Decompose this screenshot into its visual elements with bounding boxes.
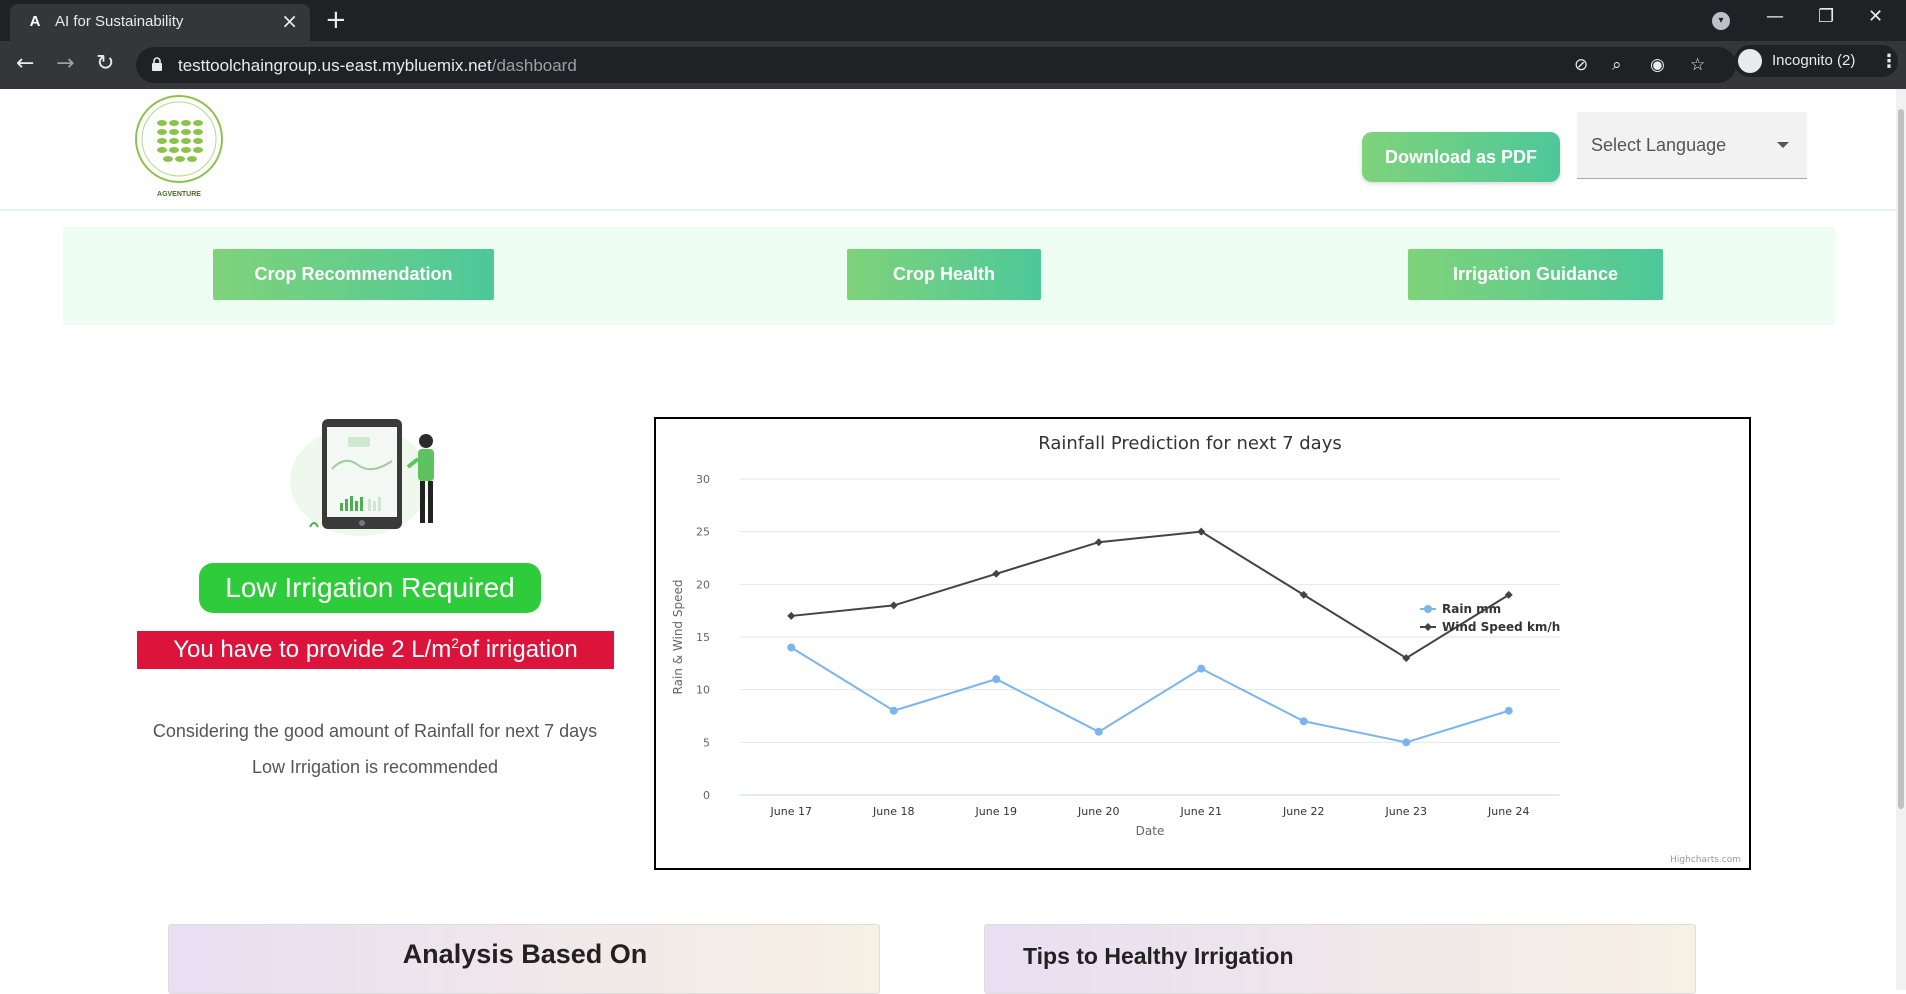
zoom-icon[interactable]: ⌕ — [1612, 55, 1622, 75]
irrigation-status-badge: Low Irrigation Required — [199, 563, 541, 613]
language-select-label: Select Language — [1591, 135, 1727, 155]
chart-credit: Highcharts.com — [1670, 855, 1741, 865]
x-tick-label: June 22 — [1282, 805, 1324, 818]
data-point — [1094, 538, 1103, 547]
agventure-logo: AGVENTURE — [135, 95, 223, 198]
y-tick-label: 5 — [703, 736, 710, 749]
browser-tab[interactable]: A AI for Sustainability × — [10, 4, 310, 41]
forward-icon[interactable]: → — [56, 51, 74, 77]
close-window-icon[interactable]: ✕ — [1868, 6, 1883, 27]
rainfall-chart: Rainfall Prediction for next 7 days 0 5 10 1… — [654, 417, 1751, 870]
legend-marker — [1424, 623, 1432, 631]
tips-card-title: Tips to Healthy Irrigation — [1023, 943, 1294, 969]
close-tab-icon[interactable]: × — [281, 11, 298, 31]
dropdown-caret-icon — [1777, 142, 1789, 148]
data-point — [889, 706, 898, 715]
reload-icon[interactable]: ↻ — [96, 51, 114, 77]
incognito-profile-button[interactable]: Incognito (2) — [1734, 45, 1898, 77]
analysis-card: Analysis Based On — [168, 924, 880, 994]
legend-label: Wind Speed km/h — [1442, 620, 1560, 634]
page-scrollbar[interactable] — [1896, 89, 1906, 990]
x-axis-label: Date — [1136, 824, 1165, 838]
y-tick-label: 30 — [696, 473, 710, 486]
irrigation-guidance-button[interactable]: Irrigation Guidance — [1408, 249, 1663, 300]
x-tick-label: June 17 — [770, 805, 812, 818]
browser-menu-icon[interactable]: ⋮ — [1880, 51, 1898, 72]
y-tick-label: 25 — [696, 526, 710, 539]
data-point — [787, 643, 796, 652]
feature-nav: Crop Recommendation Crop Health Irrigati… — [63, 227, 1835, 325]
series-line — [790, 646, 1510, 744]
data-point — [1299, 717, 1308, 726]
irrigation-reason: Considering the good amount of Rainfall … — [120, 713, 630, 785]
data-point — [889, 601, 898, 610]
scrollbar-thumb[interactable] — [1898, 109, 1904, 809]
data-point — [787, 611, 796, 620]
address-bar[interactable]: testtoolchaingroup.us-east.mybluemix.net… — [136, 47, 1736, 83]
y-tick-label: 20 — [696, 578, 710, 591]
page: AGVENTURE Download as PDF Select Languag… — [0, 89, 1906, 994]
browser-toolbar: ← → ↻ testtoolchaingroup.us-east.mybluem… — [0, 41, 1906, 89]
legend-marker — [1424, 605, 1432, 613]
tracking-eye-icon[interactable]: ◉ — [1650, 55, 1665, 75]
rainfall-chart-svg: Rainfall Prediction for next 7 days 0 5 10 1… — [671, 433, 1741, 865]
x-tick-label: June 24 — [1487, 805, 1529, 818]
x-tick-label: June 20 — [1077, 805, 1119, 818]
crop-health-button[interactable]: Crop Health — [847, 249, 1041, 300]
y-tick-label: 15 — [696, 631, 710, 644]
x-tick-label: June 18 — [872, 805, 914, 818]
data-point — [992, 569, 1001, 578]
language-select[interactable]: Select Language — [1577, 112, 1807, 179]
data-point — [1094, 727, 1103, 736]
minimize-icon[interactable]: — — [1766, 6, 1784, 27]
back-icon[interactable]: ← — [16, 51, 34, 77]
tips-card: Tips to Healthy Irrigation — [984, 924, 1696, 994]
data-point — [1402, 738, 1411, 747]
data-point — [1504, 706, 1513, 715]
data-point — [1197, 664, 1206, 673]
bookmark-star-icon[interactable]: ☆ — [1690, 55, 1705, 75]
svg-text:AGVENTURE: AGVENTURE — [157, 191, 201, 198]
angular-favicon-icon: A — [29, 13, 41, 30]
incognito-icon — [1738, 49, 1762, 73]
chart-title: Rainfall Prediction for next 7 days — [1038, 433, 1342, 454]
x-tick-label: June 21 — [1180, 805, 1222, 818]
irrigation-amount-banner: You have to provide 2 L/m2of irrigation — [137, 631, 614, 669]
url-text: testtoolchaingroup.us-east.mybluemix.net… — [178, 56, 577, 75]
browser-tab-bar: A AI for Sustainability × + ▾ — ❐ ✕ — [0, 0, 1906, 41]
x-tick-label: June 23 — [1385, 805, 1427, 818]
tab-title: AI for Sustainability — [55, 13, 184, 30]
x-tick-label: June 19 — [975, 805, 1017, 818]
new-tab-icon[interactable]: + — [325, 6, 347, 34]
location-blocked-icon[interactable]: ⊘ — [1574, 55, 1588, 75]
lock-icon — [152, 57, 162, 71]
y-axis-label: Rain & Wind Speed — [671, 580, 685, 695]
site-header: AGVENTURE Download as PDF Select Languag… — [0, 89, 1896, 211]
y-tick-label: 10 — [696, 684, 710, 697]
reason-line-2: Low Irrigation is recommended — [251, 757, 499, 777]
series-line — [791, 530, 1510, 660]
tablet-analytics-illustration — [290, 419, 434, 536]
restore-icon[interactable]: ❐ — [1818, 6, 1834, 27]
download-pdf-button[interactable]: Download as PDF — [1362, 132, 1560, 182]
reason-line-1: Considering the good amount of Rainfall … — [152, 721, 598, 741]
crop-recommendation-button[interactable]: Crop Recommendation — [213, 249, 494, 300]
y-tick-label: 0 — [703, 789, 710, 802]
tab-search-icon[interactable]: ▾ — [1712, 12, 1730, 30]
data-point — [992, 675, 1001, 684]
analysis-card-title: Analysis Based On — [402, 939, 648, 969]
